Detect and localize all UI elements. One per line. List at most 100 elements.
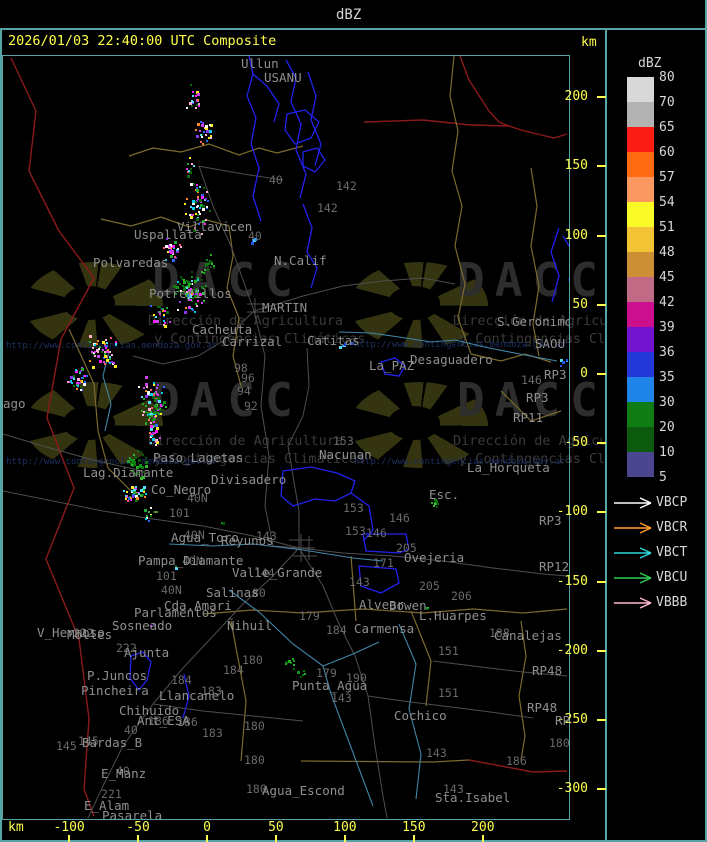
- map-label-layer: Ullun USANU Villavicen Uspallata Polvaredas N…: [3, 56, 569, 819]
- vector-legend-label: VBCT: [656, 545, 688, 560]
- radar-echo-pixel: [150, 428, 153, 431]
- radar-echo-pixel: [148, 419, 150, 421]
- radar-echo-pixel: [197, 279, 199, 281]
- place-label: La_PAZ: [369, 358, 415, 373]
- radar-echo-pixel: [293, 668, 295, 670]
- colorbar-tick-label: 45: [659, 270, 675, 285]
- colorbar-tick-label: 36: [659, 345, 675, 360]
- route-label: 142: [317, 201, 338, 215]
- radar-map[interactable]: Ullun USANU Villavicen Uspallata Polvaredas N…: [2, 55, 570, 820]
- radar-echo-pixel: [170, 255, 173, 258]
- radar-echo-pixel: [111, 354, 113, 356]
- radar-echo-pixel: [73, 378, 75, 380]
- radar-echo-pixel: [566, 359, 568, 361]
- place-label: Reyunos: [221, 533, 274, 548]
- colorbar-block: [627, 352, 654, 377]
- x-tick-mark: [412, 835, 415, 842]
- radar-echo-pixel: [183, 279, 185, 281]
- radar-echo-pixel: [145, 423, 147, 425]
- place-label: Potrerillos: [149, 286, 232, 301]
- radar-echo-pixel: [104, 355, 107, 358]
- route-label: 96: [241, 371, 255, 385]
- radar-echo-pixel: [199, 207, 201, 209]
- place-label: Pincheira: [81, 683, 149, 698]
- colorbar-block: [627, 452, 654, 477]
- colorbar-tick-label: 54: [659, 195, 675, 210]
- radar-echo-pixel: [203, 131, 205, 133]
- radar-echo-pixel: [148, 520, 150, 522]
- radar-echo-pixel: [155, 415, 157, 417]
- radar-echo-pixel: [155, 412, 157, 414]
- place-label: Uspallata: [134, 227, 202, 242]
- place-label: S.Geronimo: [497, 314, 570, 329]
- radar-echo-pixel: [142, 414, 144, 416]
- place-label: E_Manz: [101, 766, 147, 781]
- place-label: Bardas_B: [82, 735, 143, 750]
- radar-echo-pixel: [137, 450, 139, 452]
- radar-echo-pixel: [156, 511, 158, 513]
- colorbar-tick-label: 48: [659, 245, 675, 260]
- radar-echo-pixel: [436, 506, 438, 508]
- radar-echo-pixel: [164, 325, 167, 328]
- radar-echo-pixel: [156, 387, 158, 389]
- colorbar-tick-label: 10: [659, 445, 675, 460]
- y-tick-mark: [597, 719, 606, 721]
- y-tick-mark: [597, 442, 606, 445]
- radar-echo-pixel: [94, 351, 96, 353]
- colorbar-tick-label: 30: [659, 395, 675, 410]
- y-tick-mark: [597, 96, 606, 99]
- place-label: Canalejas: [494, 628, 562, 643]
- place-label: RP3: [539, 513, 562, 528]
- radar-echo-pixel: [153, 320, 156, 323]
- vbcp-arrow-icon: [614, 497, 652, 509]
- radar-echo-pixel: [187, 163, 189, 165]
- place-label: RP3: [544, 367, 567, 382]
- x-tick-label: 50: [268, 820, 284, 835]
- place-label: Molles: [67, 627, 113, 642]
- radar-echo-pixel: [195, 303, 197, 305]
- radar-echo-pixel: [89, 341, 91, 343]
- colorbar-block: [627, 102, 654, 127]
- radar-echo-pixel: [145, 383, 148, 386]
- radar-echo-pixel: [157, 384, 159, 386]
- radar-echo-pixel: [114, 365, 117, 368]
- colorbar-tick-label: 39: [659, 320, 675, 335]
- y-tick-mark: [597, 234, 606, 237]
- colorbar-block: [627, 152, 654, 177]
- route-label: 206: [451, 589, 472, 603]
- place-label: Punta_Agua: [292, 678, 368, 693]
- radar-echo-pixel: [159, 311, 161, 313]
- y-tick-label: 200: [564, 89, 588, 105]
- route-label: 151: [438, 686, 459, 700]
- radar-echo-pixel: [80, 370, 82, 372]
- place-label: RP48: [527, 700, 558, 715]
- colorbar-block: [627, 427, 654, 452]
- radar-echo-pixel: [188, 170, 190, 172]
- radar-echo-pixel: [96, 343, 98, 345]
- radar-echo-pixel: [196, 104, 198, 106]
- radar-echo-pixel: [151, 435, 153, 437]
- radar-echo-pixel: [113, 362, 115, 364]
- radar-echo-pixel: [152, 438, 155, 441]
- route-label: 171: [373, 556, 394, 570]
- radar-echo-pixel: [293, 664, 295, 666]
- radar-echo-pixel: [83, 383, 86, 386]
- route-label: 146: [366, 526, 387, 540]
- colorbar-block: [627, 77, 654, 102]
- route-label: 184: [171, 673, 192, 687]
- radar-echo-pixel: [191, 214, 193, 216]
- radar-echo-pixel: [207, 269, 209, 271]
- radar-echo-pixel: [169, 246, 171, 248]
- radar-echo-pixel: [145, 405, 147, 407]
- radar-echo-pixel: [163, 247, 165, 249]
- route-label: 180: [244, 719, 265, 733]
- radar-echo-pixel: [192, 309, 194, 311]
- radar-echo-pixel: [172, 245, 175, 248]
- vbbb-arrow-icon: [614, 597, 652, 609]
- route-label: 145: [56, 739, 77, 753]
- radar-echo-pixel: [158, 400, 161, 403]
- vector-legend-label: VBBB: [656, 595, 688, 610]
- colorbar-block: [627, 252, 654, 277]
- radar-echo-pixel: [145, 518, 147, 520]
- radar-echo-pixel: [162, 404, 164, 406]
